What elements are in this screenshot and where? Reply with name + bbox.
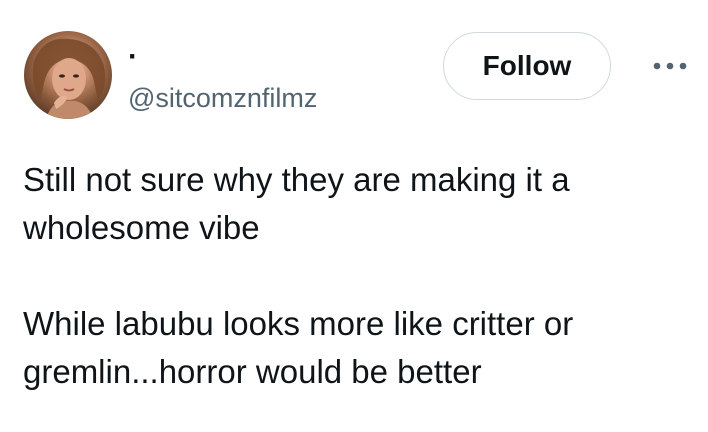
more-horizontal-icon [653,62,687,70]
avatar-image [32,38,106,119]
tweet-card: · @sitcomznfilmz Follow Still not sure w… [0,0,708,432]
tweet-text: Still not sure why they are making it a … [23,156,693,396]
follow-button-label: Follow [482,50,572,81]
more-options-button[interactable] [648,52,692,80]
tweet-paragraph: Still not sure why they are making it a … [23,161,570,246]
tweet-paragraph: While labubu looks more like critter or … [23,305,574,390]
avatar[interactable] [24,31,112,119]
follow-button[interactable]: Follow [443,32,611,100]
display-name[interactable]: · [128,40,138,74]
username-handle[interactable]: @sitcomznfilmz [128,82,317,114]
